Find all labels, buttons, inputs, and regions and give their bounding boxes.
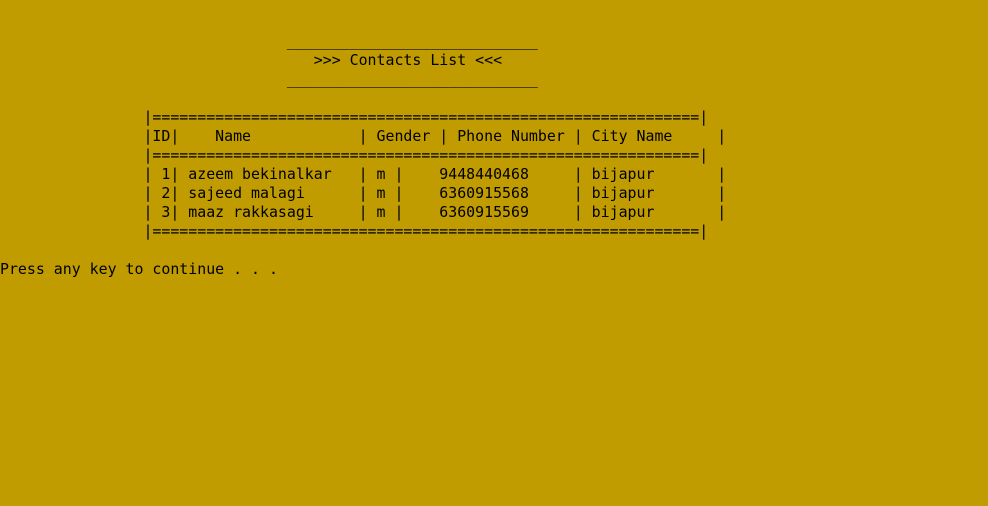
- table-rule-bottom: |=======================================…: [0, 222, 709, 240]
- title-rule-bottom: ____________________________: [0, 70, 538, 88]
- table-rule-top: |=======================================…: [0, 108, 709, 126]
- table-row: | 1| azeem bekinalkar | m | 9448440468 |…: [0, 165, 727, 183]
- contacts-list-title: >>> Contacts List <<<: [0, 51, 503, 69]
- continue-prompt[interactable]: Press any key to continue . . .: [0, 260, 988, 279]
- table-row: | 3| maaz rakkasagi | m | 6360915569 | b…: [0, 203, 727, 221]
- table-row: | 2| sajeed malagi | m | 6360915568 | bi…: [0, 184, 727, 202]
- title-rule-top: ____________________________: [0, 32, 538, 50]
- console-window: ____________________________ >>> Contact…: [0, 32, 988, 279]
- table-header: |ID| Name | Gender | Phone Number | City…: [0, 127, 727, 145]
- table-rule-mid: |=======================================…: [0, 146, 709, 164]
